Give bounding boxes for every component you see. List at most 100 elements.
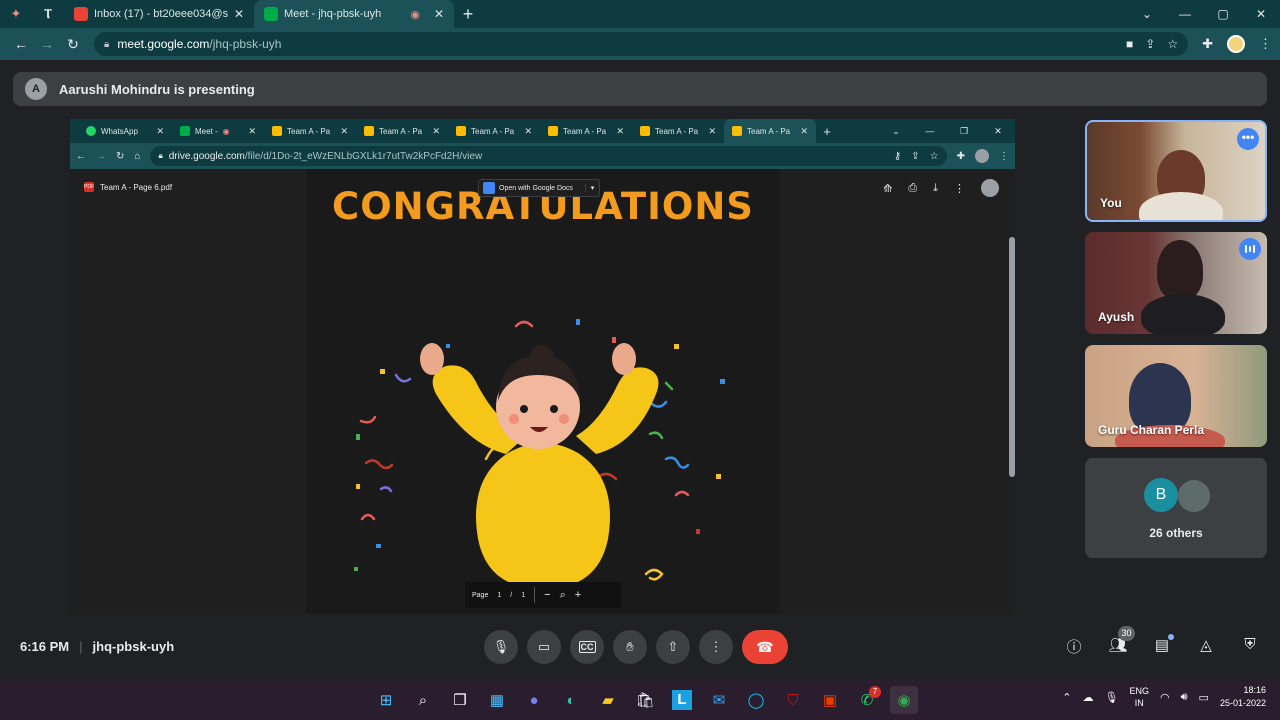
microphone-icon[interactable]: 🎙︎ xyxy=(1105,691,1119,704)
widgets-button[interactable]: ▦ xyxy=(483,686,511,714)
star-icon: ☆ xyxy=(929,150,939,162)
start-button[interactable]: ⊞ xyxy=(372,686,400,714)
new-tab-button[interactable]: + xyxy=(454,4,482,25)
pdf-actions: ⟰ ⎙ ⤓ ⋮ xyxy=(883,179,999,197)
tab-label: Meet - jhq-pbsk-uyh xyxy=(284,8,382,20)
more-options-button[interactable]: ••• xyxy=(1237,128,1259,150)
browser-toolbar: ← → ↻ 🔒︎ meet.google.com/jhq-pbsk-uyh ■ … xyxy=(0,28,1280,60)
speaking-indicator-icon xyxy=(1239,238,1261,260)
lang-line2: IN xyxy=(1134,698,1144,708)
lock-icon: 🔒︎ xyxy=(104,38,110,50)
lock-icon: 🔒︎ xyxy=(158,151,163,160)
profile-avatar[interactable] xyxy=(1227,35,1245,53)
camera-button[interactable]: ▭ xyxy=(527,630,561,664)
captions-button[interactable]: CC xyxy=(570,630,604,664)
more-options-button[interactable]: ⋮ xyxy=(699,630,733,664)
menu-icon[interactable]: ⋮ xyxy=(1259,36,1272,52)
teams-chat-button[interactable]: ● xyxy=(520,686,548,714)
lang-line1: ENG xyxy=(1129,686,1149,696)
raise-hand-button[interactable]: ✋︎ xyxy=(613,630,647,664)
shield-icon: ⛨ xyxy=(1244,636,1256,653)
participant-video xyxy=(1141,294,1225,334)
people-button[interactable]: 👥︎ 30 xyxy=(1108,626,1135,656)
volume-icon[interactable]: 🔊︎ xyxy=(1181,691,1188,704)
maximize-icon[interactable]: ▢ xyxy=(1204,0,1242,28)
shared-tab-label: Team A - Pa xyxy=(655,126,699,136)
tab-meet[interactable]: Meet - jhq-pbsk-uyh ◉ ✕ xyxy=(254,0,454,28)
app-l-button[interactable]: L xyxy=(668,686,696,714)
whatsapp-button[interactable]: ✆ 7 xyxy=(853,686,881,714)
chevron-up-icon[interactable]: ⌃ xyxy=(1062,691,1071,704)
shared-tab: Team A - Pa ✕ xyxy=(356,119,448,143)
shared-tab-active: Team A - Pa ✕ xyxy=(724,119,816,143)
shared-tab: Team A - Pa ✕ xyxy=(540,119,632,143)
present-button[interactable]: ⇧ xyxy=(656,630,690,664)
host-controls-button[interactable]: ⛨ xyxy=(1240,636,1260,656)
meeting-time: 6:16 PM xyxy=(20,639,70,654)
edge-button[interactable]: ◐ xyxy=(557,686,585,714)
minimize-icon[interactable]: — xyxy=(1166,0,1204,28)
language-indicator[interactable]: ENG IN xyxy=(1129,685,1149,709)
alexa-button[interactable]: ◯ xyxy=(742,686,770,714)
participant-tile-ayush[interactable]: Ayush xyxy=(1085,232,1267,334)
participant-tile-you[interactable]: ••• You xyxy=(1085,120,1267,222)
shared-tab-label: Team A - Pa xyxy=(379,126,423,136)
search-button[interactable]: ⌕ xyxy=(409,686,437,714)
close-icon[interactable]: ✕ xyxy=(434,7,444,21)
shared-tab: Meet - ◉ ✕ xyxy=(172,119,264,143)
reload-icon[interactable]: ↻ xyxy=(60,36,86,53)
battery-icon[interactable]: ▭ xyxy=(1199,691,1209,704)
download-icon: ⤓ xyxy=(933,181,938,194)
address-bar[interactable]: 🔒︎ meet.google.com/jhq-pbsk-uyh ■ ⇪ ☆ xyxy=(94,32,1189,56)
onedrive-icon[interactable]: ☁ xyxy=(1083,691,1094,704)
file-explorer-button[interactable]: ▰ xyxy=(594,686,622,714)
print-icon: ⎙ xyxy=(908,181,918,194)
camera-icon[interactable]: ■ xyxy=(1126,37,1133,51)
tab-gmail[interactable]: Inbox (17) - bt20eee034@studen ✕ xyxy=(64,0,254,28)
mail-button[interactable]: ✉ xyxy=(705,686,733,714)
wifi-icon[interactable]: ◠ xyxy=(1160,691,1170,704)
clock[interactable]: 18:16 25-01-2022 xyxy=(1220,684,1266,710)
folder-icon: ▰ xyxy=(602,692,614,709)
close-window-icon[interactable]: ✕ xyxy=(1242,0,1280,28)
info-button[interactable]: ⓘ xyxy=(1064,636,1084,656)
microphone-button[interactable]: 🎙︎ xyxy=(484,630,518,664)
participant-tile-others[interactable]: B 26 others xyxy=(1085,458,1267,558)
back-icon[interactable]: ← xyxy=(8,36,34,52)
pinned-tab-1[interactable]: ✦ xyxy=(0,0,32,28)
google-docs-icon xyxy=(483,182,495,194)
browser-tab-bar: ✦ Ⲧ Inbox (17) - bt20eee034@studen ✕ Mee… xyxy=(0,0,1280,28)
chat-icon: ▤ xyxy=(1154,637,1170,654)
participant-tile-guru[interactable]: Guru Charan Perla xyxy=(1085,345,1267,447)
store-icon: 🛍︎ xyxy=(635,692,655,709)
whatsapp-icon xyxy=(86,126,96,136)
profile-avatar xyxy=(981,179,999,197)
store-button[interactable]: 🛍︎ xyxy=(631,686,659,714)
new-tab-icon: + xyxy=(823,123,831,139)
close-icon: ✕ xyxy=(616,125,624,136)
activities-button[interactable]: ◬ xyxy=(1196,636,1216,656)
extensions-icon[interactable]: ✚ xyxy=(1202,36,1213,52)
search-icon: ⌕ xyxy=(418,691,428,709)
meet-icon xyxy=(180,126,190,136)
mcafee-button[interactable]: ⛉ xyxy=(779,686,807,714)
chat-button[interactable]: ▤ xyxy=(1152,634,1174,656)
office-icon: ▣ xyxy=(822,692,838,709)
office-button[interactable]: ▣ xyxy=(816,686,844,714)
chrome-button[interactable]: ◉ xyxy=(890,686,918,714)
page-label: Page xyxy=(472,591,489,599)
pinned-tab-2[interactable]: Ⲧ xyxy=(32,0,64,28)
share-icon[interactable]: ⇪ xyxy=(1145,37,1155,51)
shared-tab: WhatsApp ✕ xyxy=(78,119,172,143)
close-icon[interactable]: ✕ xyxy=(234,7,244,21)
star-icon[interactable]: ☆ xyxy=(1167,37,1178,51)
drive-icon xyxy=(732,126,742,136)
tab-search-icon[interactable]: ⌄ xyxy=(1128,0,1166,28)
presenter-text: Aarushi Mohindru is presenting xyxy=(59,81,255,97)
end-call-button[interactable]: ☎︎ xyxy=(742,630,788,664)
task-view-button[interactable]: ❐ xyxy=(446,686,474,714)
pdf-page: CONGRATULATIONS xyxy=(306,169,780,614)
shared-tab-label: WhatsApp xyxy=(101,126,138,136)
forward-icon[interactable]: → xyxy=(34,36,60,52)
microphone-icon: 🎙︎ xyxy=(492,639,510,654)
